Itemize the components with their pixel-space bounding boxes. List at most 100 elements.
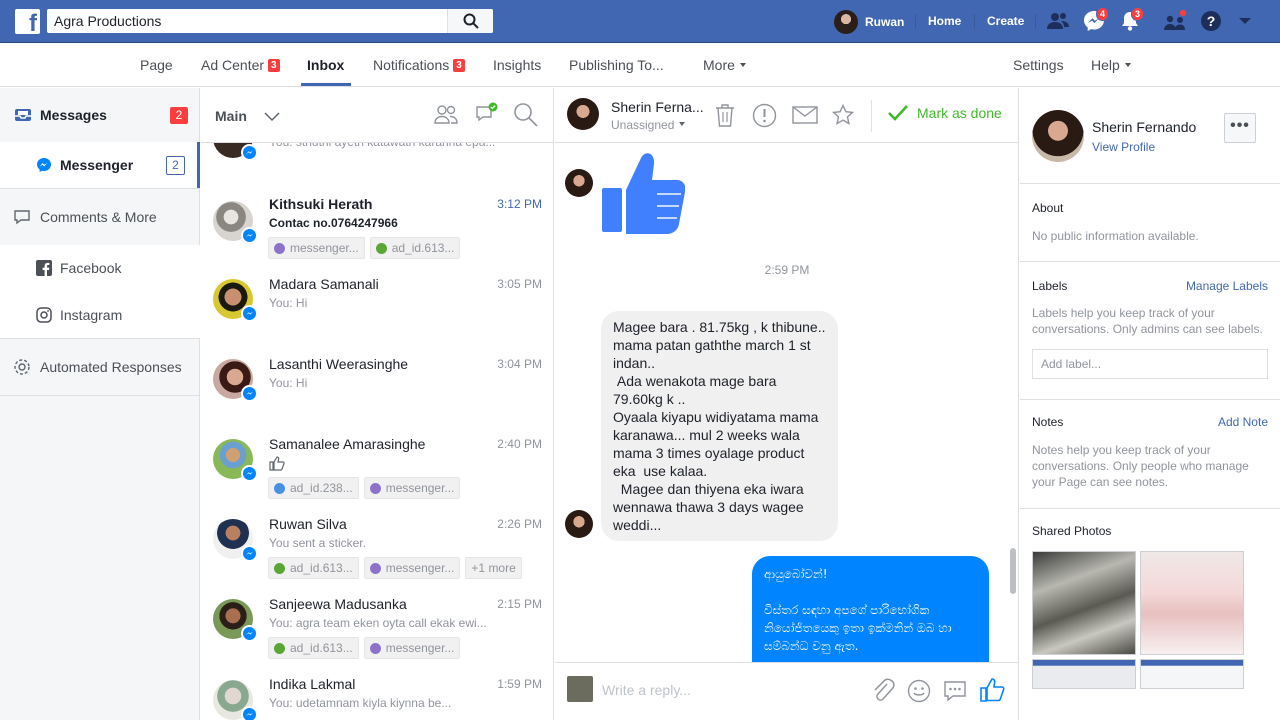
- message-snippet: Contac no.0764247966: [269, 216, 398, 230]
- help-menu[interactable]: Help: [1091, 57, 1131, 73]
- shared-photo[interactable]: [1032, 659, 1136, 689]
- emoji-smile-icon[interactable]: [907, 679, 931, 703]
- shared-photo[interactable]: [1032, 551, 1136, 655]
- label-tag[interactable]: ad_id.238...: [268, 477, 359, 499]
- messenger-badge-icon: [241, 144, 258, 161]
- list-item[interactable]: Madara Samanali 3:05 PM You: Hi: [201, 276, 553, 356]
- star-icon[interactable]: [832, 104, 854, 126]
- spam-warning-icon[interactable]: [752, 103, 777, 128]
- label-tag[interactable]: ad_id.613...: [268, 637, 359, 659]
- reply-input[interactable]: [602, 679, 852, 701]
- label-tag[interactable]: messenger...: [363, 477, 461, 499]
- list-item[interactable]: Sanjeewa Madusanka 2:15 PM You: agra tea…: [201, 596, 553, 676]
- contact-name: Madara Samanali: [269, 276, 379, 292]
- profile-link[interactable]: Ruwan: [834, 9, 904, 34]
- add-note-link[interactable]: Add Note: [1218, 415, 1268, 429]
- people-icon[interactable]: [433, 103, 459, 125]
- search-input[interactable]: [47, 9, 445, 33]
- label-tag[interactable]: messenger...: [363, 637, 461, 659]
- message-time: 2:15 PM: [497, 597, 542, 611]
- label-tag[interactable]: ad_id.613...: [268, 557, 359, 579]
- friend-requests-button[interactable]: [1046, 10, 1070, 32]
- tab-ad-center[interactable]: Ad Center 3: [201, 57, 280, 73]
- messenger-badge-icon: [241, 706, 258, 720]
- sidebar-item-label: Messenger: [60, 157, 134, 173]
- sidebar-item-instagram[interactable]: Instagram: [0, 291, 200, 338]
- user-name: Ruwan: [865, 14, 905, 29]
- view-profile-link[interactable]: View Profile: [1092, 140, 1155, 154]
- label-tag[interactable]: messenger...: [268, 237, 365, 259]
- facebook-logo-icon[interactable]: f: [15, 9, 40, 34]
- saved-replies-icon[interactable]: [943, 679, 967, 703]
- list-item[interactable]: Samanalee Amarasinghe 2:40 PM ad_id.238.…: [201, 436, 553, 516]
- tab-inbox[interactable]: Inbox: [307, 57, 344, 73]
- sidebar-item-facebook[interactable]: Facebook: [0, 245, 200, 291]
- automation-icon: [14, 359, 30, 375]
- ad-center-badge: 3: [268, 59, 280, 72]
- sidebar-item-automated-responses[interactable]: Automated Responses: [0, 339, 200, 395]
- create-link[interactable]: Create: [987, 14, 1024, 28]
- add-label-input[interactable]: [1032, 349, 1268, 379]
- mark-as-done-label: Mark as done: [917, 105, 1002, 121]
- notes-section: Notes Add Note Notes help you keep track…: [1020, 400, 1280, 509]
- settings-link[interactable]: Settings: [1013, 57, 1064, 73]
- shared-photo[interactable]: [1140, 659, 1244, 689]
- tab-more[interactable]: More: [703, 57, 746, 73]
- section-title: Labels: [1032, 279, 1068, 293]
- tag-dot: [375, 242, 387, 254]
- contact-name: Kithsuki Herath: [269, 196, 373, 212]
- thumbs-up-icon[interactable]: [979, 677, 1005, 703]
- list-item[interactable]: Ruwan Silva 2:26 PM You sent a sticker. …: [201, 516, 553, 596]
- more-options-button[interactable]: •••: [1224, 113, 1256, 143]
- sidebar-item-comments[interactable]: Comments & More: [0, 189, 200, 245]
- help-button[interactable]: ?: [1200, 10, 1224, 32]
- tag-text: messenger...: [385, 561, 455, 575]
- notifications-badge: 3: [1131, 7, 1145, 21]
- message-snippet: You: Hi: [269, 376, 308, 390]
- label-tags: messenger... ad_id.613...: [268, 237, 461, 259]
- sidebar-item-messenger[interactable]: Messenger 2: [0, 142, 200, 188]
- list-item[interactable]: Indika Lakmal 1:59 PM You: udetamnam kiy…: [201, 676, 553, 720]
- messenger-badge-icon: [241, 385, 258, 402]
- tag-dot: [369, 482, 381, 494]
- trash-icon[interactable]: [714, 103, 736, 128]
- sidebar-item-messages[interactable]: Messages 2: [0, 88, 200, 142]
- contact-name[interactable]: Sherin Ferna...: [611, 99, 704, 115]
- page-switcher-button[interactable]: [1163, 9, 1187, 32]
- label-tags: ad_id.613... messenger...: [268, 637, 461, 659]
- tab-publishing-tools[interactable]: Publishing To...: [569, 57, 664, 73]
- reply-composer: [555, 662, 1019, 720]
- label-tag[interactable]: messenger...: [363, 557, 461, 579]
- scrollbar[interactable]: [1010, 548, 1016, 594]
- list-item[interactable]: Kithsuki Herath 3:12 PM Contac no.076424…: [201, 196, 553, 276]
- notifications-button[interactable]: 3: [1119, 7, 1145, 32]
- messenger-badge-icon: [241, 625, 258, 642]
- notifications-tab-badge: 3: [453, 59, 465, 72]
- tag-text: ad_id.613...: [290, 561, 353, 575]
- notes-help-text: Notes help you keep track of your conver…: [1032, 443, 1249, 489]
- search-icon[interactable]: [513, 102, 539, 128]
- tab-notifications[interactable]: Notifications 3: [373, 57, 465, 73]
- sidebar-item-label: Messages: [40, 107, 107, 123]
- more-tags[interactable]: +1 more: [465, 557, 522, 579]
- shared-photo[interactable]: [1140, 551, 1244, 655]
- account-menu-button[interactable]: [1238, 14, 1262, 36]
- home-link[interactable]: Home: [928, 14, 961, 28]
- chevron-down-icon[interactable]: [264, 112, 280, 122]
- tab-insights[interactable]: Insights: [493, 57, 541, 73]
- done-chat-icon[interactable]: [475, 102, 499, 124]
- mark-unread-envelope-icon[interactable]: [792, 106, 818, 124]
- assign-dropdown[interactable]: Unassigned: [611, 118, 686, 132]
- attachment-paperclip-icon[interactable]: [871, 678, 895, 704]
- manage-labels-link[interactable]: Manage Labels: [1186, 279, 1268, 293]
- messages-button[interactable]: 4: [1083, 7, 1110, 32]
- mark-as-done-button[interactable]: Mark as done: [887, 104, 1002, 122]
- about-text: No public information available.: [1032, 229, 1199, 243]
- conversation-list: Main You: sthuthi ayeth katawath karanna…: [201, 88, 554, 720]
- list-item[interactable]: Lasanthi Weerasinghe 3:04 PM You: Hi: [201, 356, 553, 436]
- friends-icon: [1047, 13, 1069, 29]
- search-button[interactable]: [447, 9, 493, 33]
- tab-page[interactable]: Page: [140, 57, 173, 73]
- tag-dot: [369, 642, 381, 654]
- label-tag[interactable]: ad_id.613...: [369, 237, 461, 259]
